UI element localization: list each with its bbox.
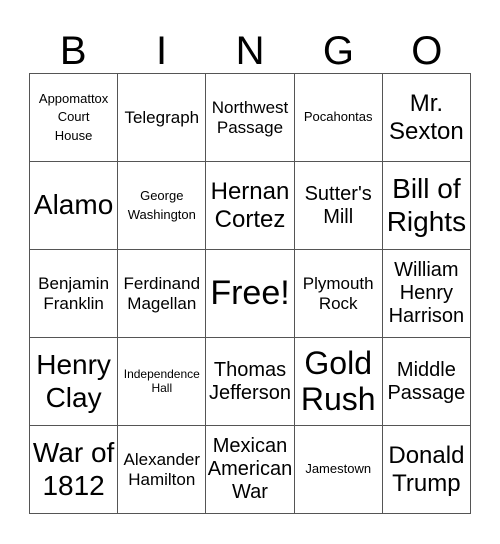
bingo-cell[interactable]: War of 1812: [30, 426, 119, 514]
bingo-cell[interactable]: Benjamin Franklin: [30, 250, 119, 338]
bingo-cell[interactable]: William Henry Harrison: [382, 250, 471, 338]
bingo-cell-label: Thomas Jefferson: [209, 358, 291, 404]
header-letter-o: O: [411, 29, 443, 73]
bingo-cell[interactable]: Jamestown: [294, 426, 383, 514]
bingo-cell[interactable]: Alexander Hamilton: [118, 426, 207, 514]
bingo-cell-label: Mr. Sexton: [389, 89, 464, 145]
bingo-card-grid: Appomattox Court House Telegraph Northwest…: [29, 73, 471, 514]
bingo-cell-label: Telegraph: [124, 107, 200, 127]
bingo-cell-label: Mexican American War: [207, 435, 293, 503]
bingo-cell[interactable]: Ferdinand Magellan: [118, 250, 207, 338]
bingo-cell[interactable]: Sutter's Mill: [294, 162, 383, 250]
bingo-cell-label: Jamestown: [305, 461, 372, 477]
bingo-cell-label: Alamo: [33, 189, 114, 221]
bingo-cell-label: Benjamin Franklin: [38, 273, 110, 313]
bingo-cell[interactable]: Plymouth Rock: [294, 250, 383, 338]
bingo-cell[interactable]: Middle Passage: [382, 338, 471, 426]
bingo-cell[interactable]: Appomattox Court House: [30, 74, 119, 162]
bingo-cell-label: Pocahontas: [303, 109, 373, 125]
bingo-cell-label: Independence Hall: [123, 366, 200, 395]
free-space-cell[interactable]: Free!: [206, 250, 295, 338]
bingo-cell[interactable]: Hernan Cortez: [206, 162, 295, 250]
bingo-header: B I N G O: [29, 30, 471, 73]
bingo-cell-label: George Washington: [127, 188, 196, 222]
bingo-cell-label: Appomattox Court House: [38, 91, 109, 143]
bingo-cell-label: Middle Passage: [387, 358, 466, 404]
bingo-cell[interactable]: Mexican American War: [206, 426, 295, 514]
bingo-cell[interactable]: Pocahontas: [294, 74, 383, 162]
bingo-cell-label: Bill of Rights: [386, 173, 467, 237]
bingo-cell[interactable]: Bill of Rights: [382, 162, 471, 250]
header-letter-b: B: [59, 29, 87, 73]
header-letter-i: I: [156, 29, 168, 73]
bingo-cell-label: Northwest Passage: [211, 97, 289, 137]
bingo-cell[interactable]: Independence Hall: [118, 338, 207, 426]
bingo-cell-label: Plymouth Rock: [302, 273, 374, 313]
header-letter-g: G: [322, 29, 354, 73]
bingo-cell[interactable]: Henry Clay: [30, 338, 119, 426]
bingo-cell-label: Hernan Cortez: [210, 177, 290, 233]
bingo-cell[interactable]: Northwest Passage: [206, 74, 295, 162]
bingo-cell[interactable]: Gold Rush: [294, 338, 383, 426]
bingo-cell-label: William Henry Harrison: [388, 259, 465, 327]
bingo-cell-label: Gold Rush: [300, 344, 376, 417]
bingo-cell[interactable]: Alamo: [30, 162, 119, 250]
bingo-cell[interactable]: George Washington: [118, 162, 207, 250]
bingo-cell-label: War of 1812: [32, 437, 115, 501]
bingo-cell[interactable]: Telegraph: [118, 74, 207, 162]
bingo-cell[interactable]: Donald Trump: [382, 426, 471, 514]
bingo-cell-label: Donald Trump: [388, 441, 465, 497]
bingo-cell[interactable]: Mr. Sexton: [382, 74, 471, 162]
header-letter-n: N: [235, 29, 265, 73]
bingo-cell-label: Sutter's Mill: [304, 182, 372, 228]
bingo-cell-label: Alexander Hamilton: [123, 449, 201, 489]
bingo-cell-label: Free!: [210, 273, 290, 312]
bingo-cell[interactable]: Thomas Jefferson: [206, 338, 295, 426]
bingo-cell-label: Ferdinand Magellan: [123, 273, 201, 313]
bingo-cell-label: Henry Clay: [36, 349, 111, 413]
